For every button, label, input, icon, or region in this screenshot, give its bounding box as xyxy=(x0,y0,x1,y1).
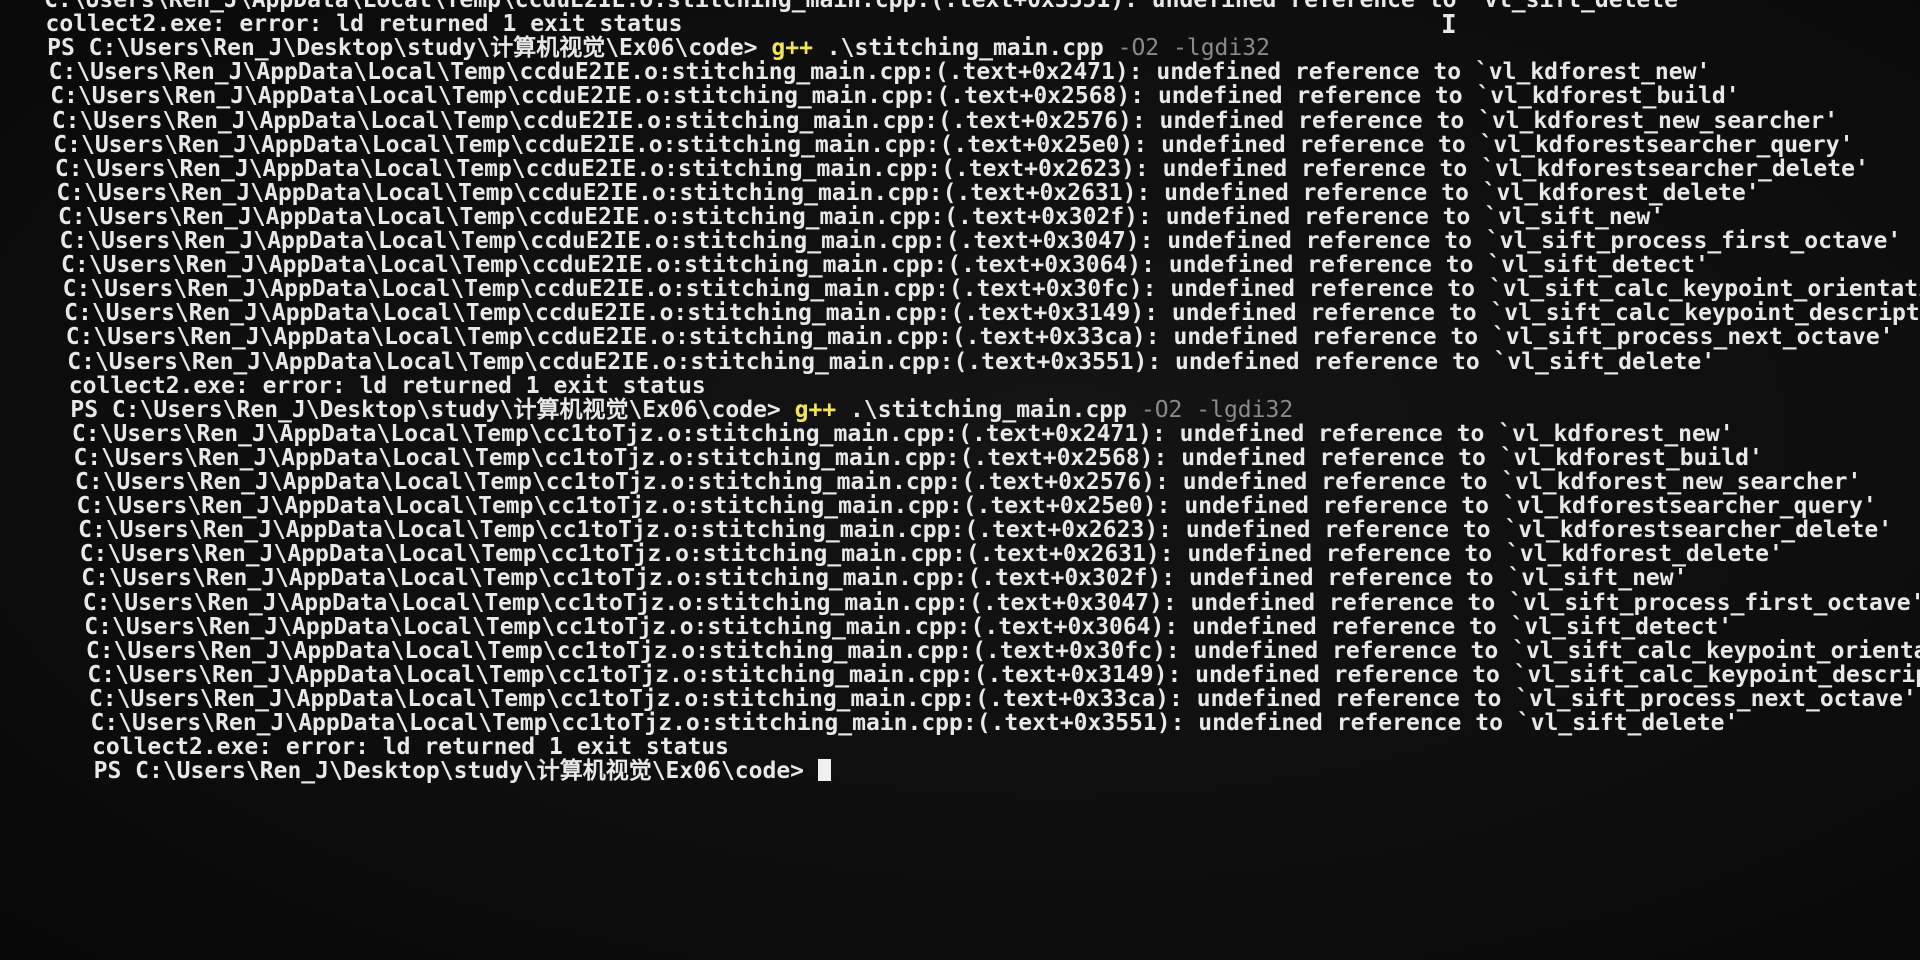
prompt-text: PS C:\Users\Ren_J\Desktop\study\计算机视觉\Ex… xyxy=(47,35,758,62)
command-flags: -O2 -lgdi32 xyxy=(1140,396,1294,423)
terminal-window[interactable]: C:\Users\Ren_J\AppData\Local\Temp\ccduE2… xyxy=(0,0,1920,960)
prompt-text: PS C:\Users\Ren_J\Desktop\study\计算机视觉\Ex… xyxy=(70,396,781,423)
prompt-text: PS C:\Users\Ren_J\Desktop\study\计算机视觉\Ex… xyxy=(93,758,805,785)
command-argument: .\stitching_main.cpp xyxy=(826,35,1104,62)
command-program: g++ xyxy=(794,396,837,423)
command-flags: -O2 -lgdi32 xyxy=(1117,35,1270,62)
active-prompt-line[interactable]: PS C:\Users\Ren_J\Desktop\study\计算机视觉\Ex… xyxy=(94,757,831,785)
text-cursor-block xyxy=(817,759,831,782)
command-argument: .\stitching_main.cpp xyxy=(850,396,1127,423)
command-program: g++ xyxy=(771,35,813,62)
text-cursor-ibeam-icon: I xyxy=(1441,10,1457,40)
